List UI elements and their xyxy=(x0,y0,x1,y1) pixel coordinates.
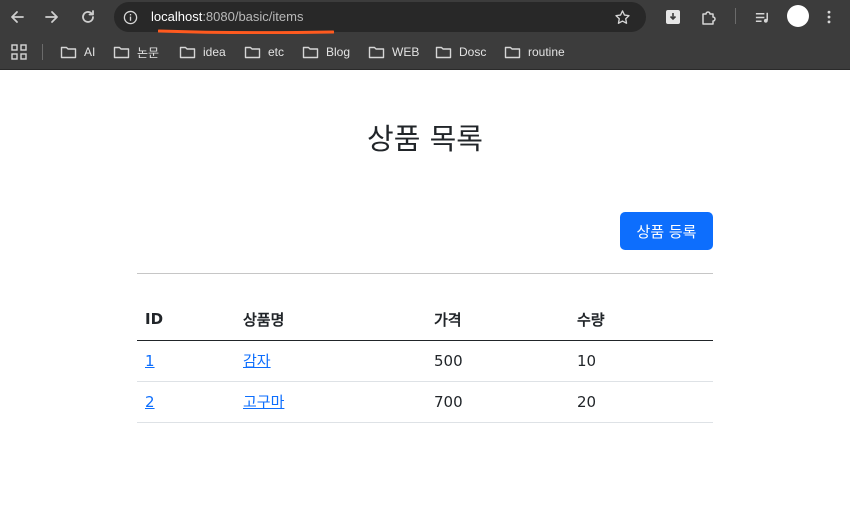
table-row: 2 고구마 700 20 xyxy=(137,381,713,423)
extension-download-icon[interactable] xyxy=(661,5,685,29)
page-title: 상품 목록 xyxy=(367,122,483,156)
folder-icon xyxy=(504,46,521,59)
bookmarks-bar: AI 논문 idea etc Blog WEB Dosc routine xyxy=(0,34,850,70)
cell-quantity: 20 xyxy=(569,381,713,423)
url-path: :8080/basic/items xyxy=(202,9,304,24)
bookmark-label: Dosc xyxy=(459,45,487,59)
folder-icon xyxy=(179,46,196,59)
more-menu-icon[interactable] xyxy=(817,5,841,29)
folder-icon xyxy=(60,46,77,59)
folder-icon xyxy=(368,46,385,59)
bookmark-folder-idea[interactable]: idea xyxy=(179,42,226,62)
profile-avatar[interactable] xyxy=(787,5,809,27)
folder-icon xyxy=(435,46,452,59)
cell-name: 감자 xyxy=(235,340,426,382)
url-host: localhost xyxy=(151,9,203,24)
folder-icon xyxy=(113,46,130,59)
bookmark-folder-etc[interactable]: etc xyxy=(244,42,284,62)
bookmark-folder-ai[interactable]: AI xyxy=(60,42,95,62)
bookmark-label: routine xyxy=(528,45,565,59)
bookmark-folder-dosc[interactable]: Dosc xyxy=(435,42,486,62)
bookmark-label: AI xyxy=(84,45,96,59)
address-url[interactable]: localhost:8080/basic/items xyxy=(151,9,303,25)
cell-name: 고구마 xyxy=(235,381,426,423)
bookmark-star-icon[interactable] xyxy=(612,7,632,27)
item-id-link[interactable]: 2 xyxy=(145,393,155,411)
cell-quantity: 10 xyxy=(569,340,713,382)
extensions-puzzle-icon[interactable] xyxy=(697,5,721,29)
folder-icon xyxy=(302,46,319,59)
media-queue-icon[interactable] xyxy=(750,5,774,29)
cell-id: 1 xyxy=(137,340,235,382)
bookmark-label: WEB xyxy=(392,45,420,59)
bookmark-label: etc xyxy=(268,45,285,59)
bookmark-folder-blog[interactable]: Blog xyxy=(302,42,350,62)
column-header-name: 상품명 xyxy=(235,299,426,341)
bookmark-label: Blog xyxy=(326,45,351,59)
apps-grid-icon[interactable] xyxy=(10,43,28,61)
column-header-id: ID xyxy=(137,299,235,341)
cell-id: 2 xyxy=(137,381,235,423)
cell-price: 700 xyxy=(426,381,569,423)
forward-arrow-icon[interactable] xyxy=(40,5,64,29)
bookmark-folder-routine[interactable]: routine xyxy=(504,42,565,62)
back-arrow-icon[interactable] xyxy=(5,5,29,29)
browser-toolbar: localhost:8080/basic/items xyxy=(0,0,850,35)
cell-price: 500 xyxy=(426,340,569,382)
site-info-icon[interactable] xyxy=(120,7,140,27)
reload-icon[interactable] xyxy=(76,5,100,29)
bookmark-folder-papers[interactable]: 논문 xyxy=(113,42,159,62)
folder-icon xyxy=(244,46,261,59)
column-header-price: 가격 xyxy=(426,299,569,341)
item-name-link[interactable]: 고구마 xyxy=(243,393,284,411)
toolbar-divider xyxy=(735,8,736,24)
divider xyxy=(137,273,713,274)
item-id-link[interactable]: 1 xyxy=(145,352,155,370)
items-table: ID 상품명 가격 수량 1 감자 500 10 2 고구마 700 20 xyxy=(137,299,713,423)
column-header-quantity: 수량 xyxy=(569,299,713,341)
table-header-row: ID 상품명 가격 수량 xyxy=(137,299,713,341)
bookmarks-divider xyxy=(42,44,43,60)
bookmark-folder-web[interactable]: WEB xyxy=(368,42,419,62)
add-item-button[interactable]: 상품 등록 xyxy=(620,212,713,250)
bookmark-label: 논문 xyxy=(137,45,160,60)
bookmark-label: idea xyxy=(203,45,226,59)
item-name-link[interactable]: 감자 xyxy=(243,352,271,370)
table-row: 1 감자 500 10 xyxy=(137,340,713,382)
